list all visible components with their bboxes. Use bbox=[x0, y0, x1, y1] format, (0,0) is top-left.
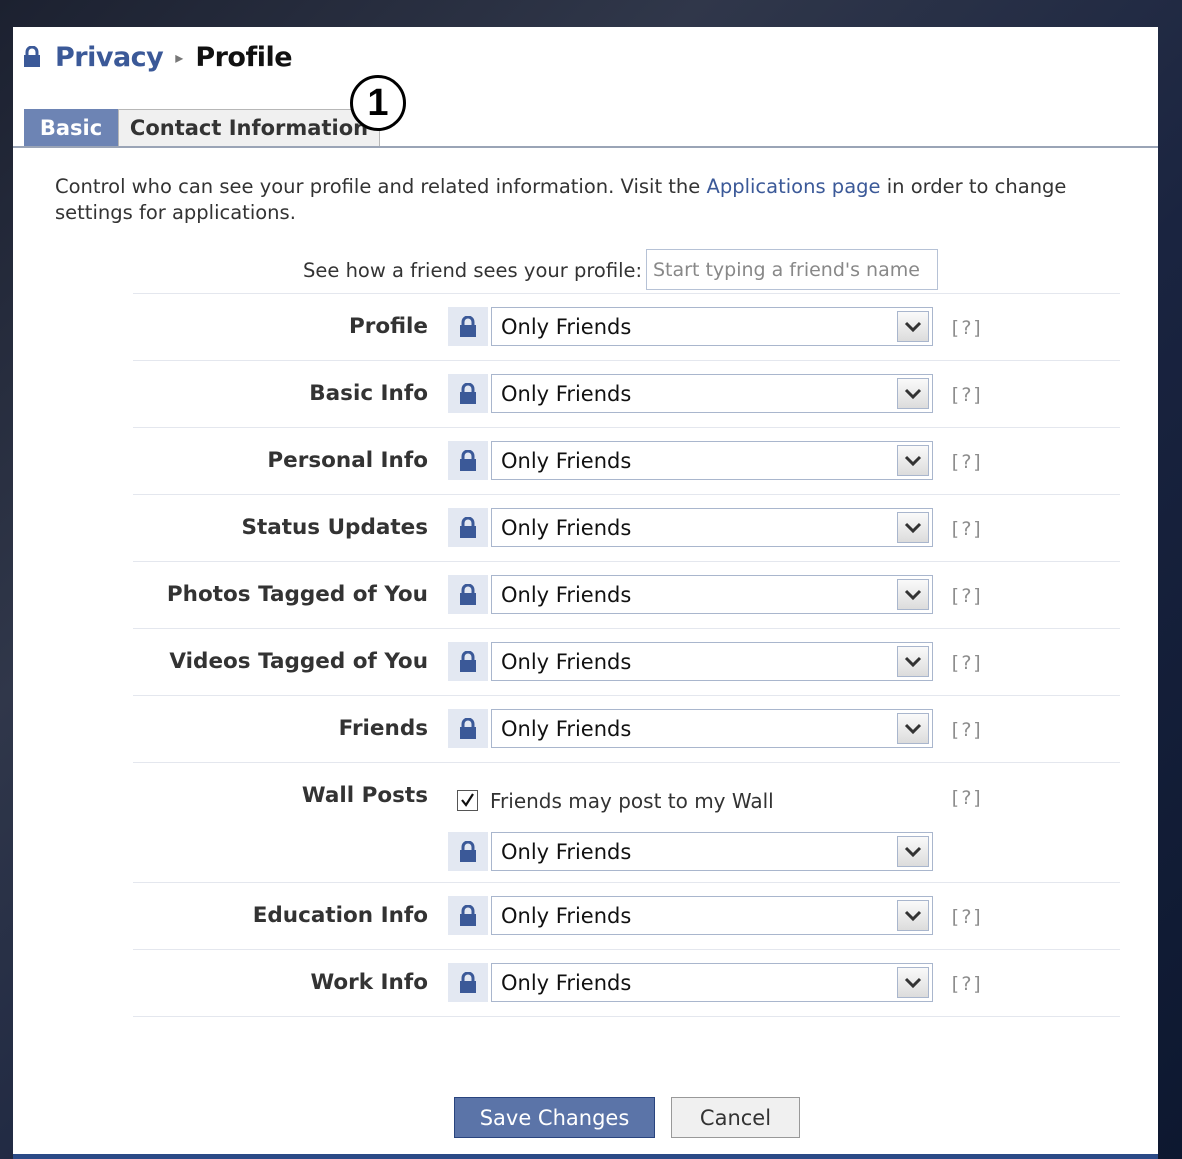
select-value: Only Friends bbox=[501, 839, 632, 864]
setting-label-work-info: Work Info bbox=[310, 970, 428, 995]
chevron-down-icon[interactable] bbox=[897, 311, 929, 342]
select-value: Only Friends bbox=[501, 649, 632, 674]
lock-icon bbox=[448, 832, 488, 871]
lock-icon bbox=[448, 896, 488, 935]
chevron-down-icon[interactable] bbox=[897, 512, 929, 543]
lock-icon bbox=[448, 441, 488, 480]
wall-post-checkbox[interactable] bbox=[457, 790, 478, 811]
help-link[interactable]: [?] bbox=[949, 906, 983, 928]
setting-label-wall-posts: Wall Posts bbox=[301, 783, 428, 808]
privacy-panel: Privacy ▸ Profile Basic Contact Informat… bbox=[13, 27, 1158, 1156]
setting-label-friends: Friends bbox=[338, 716, 428, 741]
privacy-select-work-info[interactable]: Only Friends bbox=[491, 963, 933, 1002]
intro-text: Control who can see your profile and rel… bbox=[55, 174, 1150, 226]
lock-icon bbox=[448, 642, 488, 681]
privacy-select-basic-info[interactable]: Only Friends bbox=[491, 374, 933, 413]
cancel-button[interactable]: Cancel bbox=[671, 1097, 800, 1138]
breadcrumb-separator-icon: ▸ bbox=[175, 47, 184, 67]
lock-icon bbox=[448, 307, 488, 346]
lock-icon bbox=[448, 508, 488, 547]
chevron-down-icon[interactable] bbox=[897, 900, 929, 931]
help-link[interactable]: [?] bbox=[949, 317, 983, 339]
setting-label-profile: Profile bbox=[348, 314, 428, 339]
callout-marker: 1 bbox=[350, 75, 406, 131]
help-link[interactable]: [?] bbox=[949, 787, 983, 809]
friend-name-input[interactable] bbox=[646, 249, 938, 290]
chevron-down-icon[interactable] bbox=[897, 378, 929, 409]
lock-icon bbox=[448, 709, 488, 748]
lock-icon bbox=[24, 46, 40, 67]
preview-label: See how a friend sees your profile: bbox=[303, 259, 643, 282]
select-value: Only Friends bbox=[501, 515, 632, 540]
applications-page-link[interactable]: Applications page bbox=[707, 175, 881, 198]
setting-label-education-info: Education Info bbox=[252, 903, 428, 928]
help-link[interactable]: [?] bbox=[949, 719, 983, 741]
privacy-select-videos-tagged[interactable]: Only Friends bbox=[491, 642, 933, 681]
help-link[interactable]: [?] bbox=[949, 518, 983, 540]
row-divider bbox=[133, 293, 1120, 294]
row-divider bbox=[133, 1016, 1120, 1017]
tab-basic[interactable]: Basic bbox=[24, 109, 118, 146]
privacy-select-education-info[interactable]: Only Friends bbox=[491, 896, 933, 935]
help-link[interactable]: [?] bbox=[949, 384, 983, 406]
privacy-select-wall-posts[interactable]: Only Friends bbox=[491, 832, 933, 871]
help-link[interactable]: [?] bbox=[949, 973, 983, 995]
setting-label-basic-info: Basic Info bbox=[309, 381, 428, 406]
save-changes-button[interactable]: Save Changes bbox=[454, 1097, 655, 1138]
breadcrumb-privacy-link[interactable]: Privacy bbox=[55, 42, 164, 73]
setting-label-photos-tagged: Photos Tagged of You bbox=[166, 582, 428, 607]
privacy-select-friends[interactable]: Only Friends bbox=[491, 709, 933, 748]
help-link[interactable]: [?] bbox=[949, 585, 983, 607]
chevron-down-icon[interactable] bbox=[897, 713, 929, 744]
chevron-down-icon[interactable] bbox=[897, 836, 929, 867]
select-value: Only Friends bbox=[501, 314, 632, 339]
setting-label-personal-info: Personal Info bbox=[267, 448, 428, 473]
select-value: Only Friends bbox=[501, 381, 632, 406]
tab-contact-information[interactable]: Contact Information bbox=[118, 109, 380, 146]
row-divider bbox=[133, 360, 1120, 361]
checkmark-icon bbox=[461, 793, 474, 807]
select-value: Only Friends bbox=[501, 903, 632, 928]
setting-label-videos-tagged: Videos Tagged of You bbox=[169, 649, 428, 674]
tab-divider bbox=[13, 146, 1158, 148]
intro-text-before: Control who can see your profile and rel… bbox=[55, 175, 707, 198]
chevron-down-icon[interactable] bbox=[897, 646, 929, 677]
lock-icon bbox=[448, 963, 488, 1002]
row-divider bbox=[133, 882, 1120, 883]
lock-icon bbox=[448, 575, 488, 614]
select-value: Only Friends bbox=[501, 970, 632, 995]
row-divider bbox=[133, 427, 1120, 428]
privacy-select-status-updates[interactable]: Only Friends bbox=[491, 508, 933, 547]
chevron-down-icon[interactable] bbox=[897, 579, 929, 610]
row-divider bbox=[133, 561, 1120, 562]
select-value: Only Friends bbox=[501, 582, 632, 607]
select-value: Only Friends bbox=[501, 448, 632, 473]
row-divider bbox=[133, 762, 1120, 763]
select-value: Only Friends bbox=[501, 716, 632, 741]
breadcrumb: Privacy ▸ Profile bbox=[23, 39, 293, 75]
help-link[interactable]: [?] bbox=[949, 451, 983, 473]
panel-bottom-border bbox=[13, 1154, 1158, 1159]
chevron-down-icon[interactable] bbox=[897, 445, 929, 476]
row-divider bbox=[133, 695, 1120, 696]
privacy-select-profile[interactable]: Only Friends bbox=[491, 307, 933, 346]
wall-post-checkbox-label: Friends may post to my Wall bbox=[490, 789, 774, 813]
privacy-select-personal-info[interactable]: Only Friends bbox=[491, 441, 933, 480]
privacy-select-photos-tagged[interactable]: Only Friends bbox=[491, 575, 933, 614]
row-divider bbox=[133, 949, 1120, 950]
row-divider bbox=[133, 494, 1120, 495]
page-title: Profile bbox=[195, 41, 293, 73]
row-divider bbox=[133, 628, 1120, 629]
setting-label-status-updates: Status Updates bbox=[241, 515, 428, 540]
help-link[interactable]: [?] bbox=[949, 652, 983, 674]
chevron-down-icon[interactable] bbox=[897, 967, 929, 998]
lock-icon bbox=[448, 374, 488, 413]
